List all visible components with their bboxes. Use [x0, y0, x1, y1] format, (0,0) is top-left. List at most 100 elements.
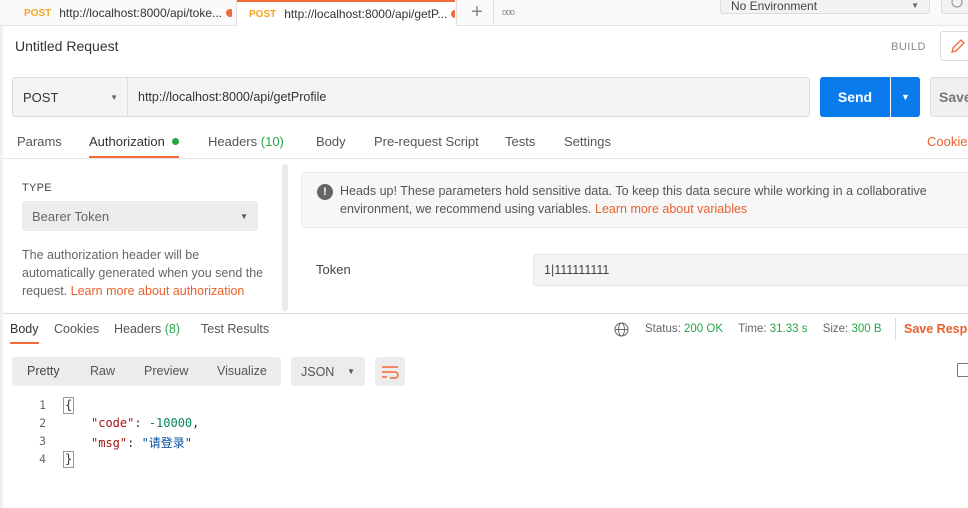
left-pane-scrollbar[interactable]	[282, 164, 288, 311]
unsaved-dot-icon	[451, 10, 455, 18]
save-response-button[interactable]: Save Respo	[904, 322, 968, 336]
eye-icon	[951, 0, 963, 8]
more-tabs-button[interactable]: ooo	[496, 0, 520, 24]
ellipsis-icon: ooo	[501, 7, 515, 17]
chevron-down-icon: ▼	[911, 0, 919, 10]
json-key: "msg"	[91, 436, 128, 450]
tab-settings[interactable]: Settings	[564, 134, 611, 154]
line-number: 1	[39, 398, 46, 412]
url-input[interactable]: http://localhost:8000/api/getProfile	[127, 77, 810, 117]
request-name[interactable]: Untitled Request	[15, 38, 119, 54]
chevron-down-icon: ▼	[240, 211, 248, 221]
send-options-button[interactable]: ▼	[891, 77, 920, 117]
auth-type-value: Bearer Token	[32, 208, 110, 224]
tab-authorization[interactable]: Authorization	[89, 134, 179, 158]
format-value: JSON	[301, 364, 335, 379]
brace-close: }	[63, 451, 75, 468]
response-meta: Status: 200 OK Time: 31.33 s Size: 300 B	[645, 323, 882, 335]
add-tab-button[interactable]: +	[463, 0, 491, 24]
chevron-down-icon: ▼	[347, 367, 355, 376]
view-mode-group: Pretty Raw Preview Visualize	[12, 357, 281, 386]
divider	[0, 313, 968, 314]
json-string: "请登录"	[141, 436, 193, 450]
line-number: 4	[39, 452, 46, 466]
time-value[interactable]: 31.33 s	[770, 323, 808, 335]
view-pretty[interactable]: Pretty	[27, 364, 60, 378]
request-tab-token[interactable]: POST http://localhost:8000/api/toke...	[0, 0, 232, 26]
save-button[interactable]: Save	[930, 77, 968, 117]
chevron-down-icon: ▼	[901, 92, 910, 102]
line-number: 2	[39, 416, 46, 430]
tab-headers-label: Headers	[208, 134, 258, 149]
tab-prerequest-script[interactable]: Pre-request Script	[374, 134, 479, 154]
code-line-msg: "msg": "请登录"	[91, 436, 193, 450]
environment-select[interactable]: No Environment ▼	[720, 0, 930, 14]
method-select[interactable]: POST ▼	[12, 77, 128, 117]
response-tab-body[interactable]: Body	[10, 322, 39, 344]
time-label: Time:	[738, 323, 767, 335]
globe-icon[interactable]	[614, 322, 629, 337]
tab-authorization-label: Authorization	[89, 134, 165, 149]
response-tab-test-results[interactable]: Test Results	[201, 322, 269, 336]
tab-headers[interactable]: Headers (10)	[208, 134, 284, 154]
divider	[895, 318, 896, 340]
status-value: 200 OK	[684, 323, 724, 335]
token-value: 1|111111111	[544, 263, 610, 277]
size-value[interactable]: 300 B	[851, 323, 881, 335]
type-label: TYPE	[22, 182, 52, 194]
format-select[interactable]: JSON ▼	[291, 357, 365, 386]
view-raw[interactable]: Raw	[90, 364, 115, 378]
auth-description: The authorization header will be automat…	[22, 246, 270, 300]
info-icon: !	[317, 184, 333, 200]
left-edge	[0, 26, 3, 508]
wrap-lines-button[interactable]	[375, 357, 405, 386]
save-label: Save	[939, 89, 968, 105]
request-tab-getprofile[interactable]: POST http://localhost:8000/api/getP...	[237, 0, 455, 26]
cookies-link[interactable]: Cookies	[927, 134, 968, 154]
tab-title: http://localhost:8000/api/getP...	[284, 7, 448, 21]
request-tab-bar: POST http://localhost:8000/api/toke... P…	[0, 0, 968, 26]
tab-tests[interactable]: Tests	[505, 134, 535, 154]
json-number: -10000	[148, 416, 193, 430]
tab-params[interactable]: Params	[17, 134, 62, 154]
view-preview[interactable]: Preview	[144, 364, 188, 378]
sensitive-data-notice: ! Heads up! These parameters hold sensit…	[301, 172, 968, 228]
learn-more-variables-link[interactable]: Learn more about variables	[595, 202, 747, 216]
tab-method: POST	[24, 7, 52, 19]
response-headers-count: (8)	[164, 322, 181, 336]
edit-button[interactable]	[940, 31, 968, 61]
line-number: 3	[39, 434, 46, 448]
token-label: Token	[316, 262, 351, 277]
auth-type-select[interactable]: Bearer Token ▼	[22, 201, 258, 231]
response-headers-label: Headers	[114, 322, 162, 336]
active-dot-icon	[171, 138, 179, 145]
token-input[interactable]: 1|111111111	[533, 254, 968, 286]
notice-text: Heads up! These parameters hold sensitiv…	[340, 182, 960, 218]
method-label: POST	[23, 89, 59, 105]
url-text: http://localhost:8000/api/getProfile	[138, 90, 327, 104]
response-tab-cookies[interactable]: Cookies	[54, 322, 99, 336]
brace-open: {	[63, 397, 75, 414]
wrap-lines-icon	[382, 366, 399, 379]
copy-icon[interactable]	[957, 363, 968, 377]
send-button[interactable]: Send	[820, 77, 890, 117]
divider	[0, 158, 968, 159]
learn-more-authorization-link[interactable]: Learn more about authorization	[71, 284, 245, 298]
tab-title: http://localhost:8000/api/toke...	[59, 6, 223, 20]
status-label: Status:	[645, 323, 681, 335]
send-label: Send	[837, 89, 873, 105]
pencil-icon	[951, 39, 965, 53]
response-tab-headers[interactable]: Headers (8)	[114, 322, 180, 336]
chevron-down-icon: ▼	[110, 92, 118, 102]
headers-count: (10)	[260, 134, 284, 149]
tab-body[interactable]: Body	[316, 134, 346, 154]
size-label: Size:	[822, 323, 849, 335]
eye-icon-button[interactable]	[941, 0, 968, 14]
build-label[interactable]: BUILD	[891, 41, 926, 53]
plus-icon: +	[471, 0, 483, 23]
view-visualize[interactable]: Visualize	[217, 364, 267, 378]
unsaved-dot-icon	[226, 9, 232, 17]
tab-method: POST	[249, 8, 277, 20]
json-key: "code"	[91, 416, 135, 430]
environment-label: No Environment	[731, 0, 818, 13]
